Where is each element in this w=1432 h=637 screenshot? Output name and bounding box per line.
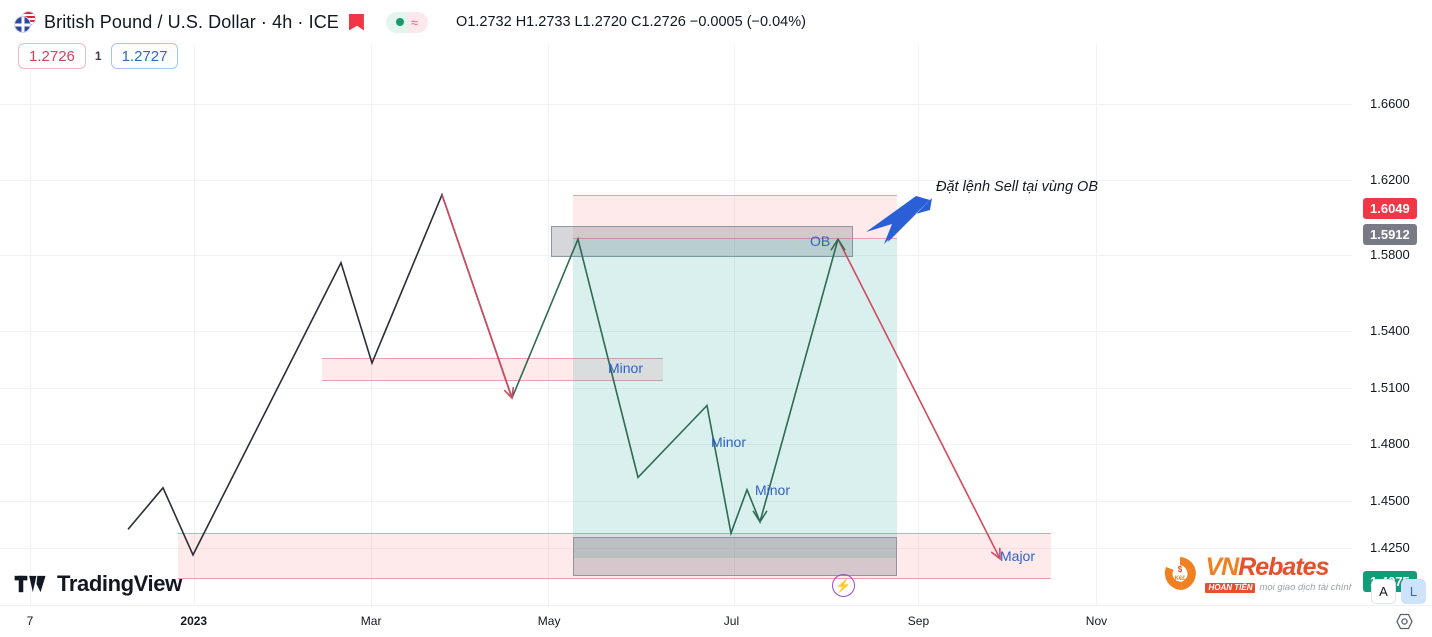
sell-drop-arrow — [837, 238, 1001, 560]
ob-label[interactable]: OB — [810, 233, 830, 249]
price-tick-label: 1.4250 — [1370, 540, 1410, 556]
gbp-usd-flag-icon — [14, 11, 36, 33]
price-tick-label: 1.5100 — [1370, 379, 1410, 395]
last-price-badge[interactable]: 1.5912 — [1363, 224, 1417, 246]
price-tick-label: 1.6600 — [1370, 95, 1410, 111]
blue-arrow-icon — [866, 196, 932, 244]
time-tick-label: Nov — [1085, 614, 1108, 628]
vnrebates-brand-second: Rebates — [1238, 553, 1329, 581]
time-tick-label: 2023 — [180, 614, 208, 628]
time-tick-label: Sep — [907, 614, 930, 628]
vnrebates-logo-icon: $ K€£ — [1165, 557, 1197, 591]
market-open-dot-icon — [395, 18, 404, 26]
minor-label-2[interactable]: Minor — [711, 434, 746, 450]
log-scale-button[interactable]: L — [1401, 579, 1426, 604]
price-tick-label: 1.4800 — [1370, 436, 1410, 452]
price-tick-label: 1.5400 — [1370, 322, 1410, 338]
minor-label-1[interactable]: Minor — [608, 360, 643, 376]
price-axis[interactable]: 1.70001.66001.62001.58001.54001.51001.48… — [1352, 0, 1432, 605]
tradingview-chart-screenshot: OB Minor Minor Minor Major Đặt lệnh Sell tại… — [0, 0, 1432, 637]
tradingview-watermark: TradingView — [14, 571, 182, 597]
price-tick-label: 1.6200 — [1370, 171, 1410, 187]
auto-scale-button[interactable]: A — [1371, 579, 1396, 604]
crosshair-target-icon[interactable] — [1394, 611, 1414, 631]
lightning-bolt-icon[interactable]: ⚡ — [832, 574, 855, 597]
svg-text:K€£: K€£ — [1175, 576, 1187, 582]
price-tick-label: 1.4500 — [1370, 493, 1410, 509]
ask-price[interactable]: 1.2727 — [110, 43, 179, 69]
market-status-pill[interactable]: ≈ — [385, 11, 429, 33]
sell-projection-arrow — [441, 194, 513, 399]
major-label[interactable]: Major — [1000, 548, 1035, 564]
sell-annotation-text: Đặt lệnh Sell tại vùng OB — [936, 179, 1099, 195]
price-series-layer — [127, 192, 1001, 561]
time-axis[interactable]: 7 2023 Mar May Jul Sep Nov — [0, 605, 1432, 637]
bid-price[interactable]: 1.2726 — [18, 43, 86, 69]
approx-tilde-icon: ≈ — [410, 14, 419, 30]
scale-mode-buttons: A L — [1371, 579, 1426, 604]
price-path-historic — [127, 192, 513, 557]
price-tick-label: 1.5800 — [1370, 247, 1410, 263]
time-tick-label: Mar — [360, 614, 382, 628]
tradingview-logo-icon — [14, 575, 46, 593]
chart-toolbar: British Pound / U.S. Dollar · 4h · ICE ≈… — [0, 0, 1432, 44]
vnrebates-badge: HOÀN TIỀN — [1205, 583, 1256, 593]
time-tick-label: 7 — [26, 614, 34, 628]
vnrebates-brand-first: VN — [1205, 553, 1239, 581]
symbol-title[interactable]: British Pound / U.S. Dollar · 4h · ICE — [44, 12, 339, 33]
tradingview-label: TradingView — [57, 571, 182, 596]
high-price-badge[interactable]: 1.6049 — [1363, 198, 1417, 220]
spread-value: 1 — [94, 49, 102, 63]
chart-canvas[interactable]: OB Minor Minor Minor Major Đặt lệnh Sell tại… — [0, 0, 1352, 605]
bid-ask-bar: 1.2726 1 1.2727 — [0, 42, 179, 70]
vnrebates-watermark: $ K€£ VNRebates HOÀN TIỀN mọi giao dịch … — [1160, 554, 1354, 594]
ohlc-values: O1.2732 H1.2733 L1.2720 C1.2726 −0.0005 … — [456, 14, 806, 30]
time-tick-label: May — [537, 614, 561, 628]
ice-flag-icon — [348, 13, 364, 31]
svg-text:$: $ — [1178, 565, 1183, 574]
time-tick-label: Jul — [723, 614, 740, 628]
vnrebates-tagline: mọi giao dịch tài chính — [1259, 582, 1354, 594]
minor-label-3[interactable]: Minor — [755, 482, 790, 498]
